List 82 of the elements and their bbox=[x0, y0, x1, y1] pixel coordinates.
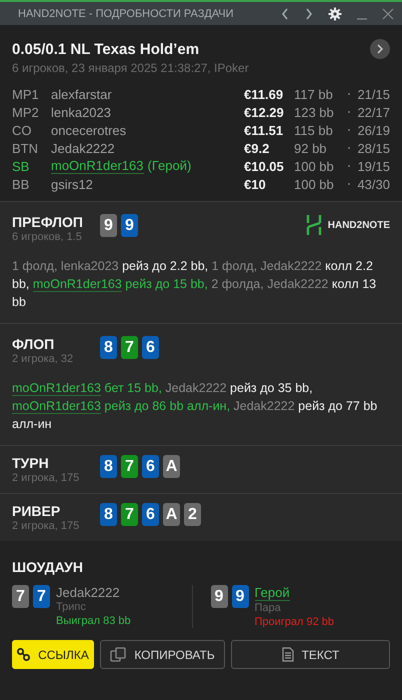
playing-card: 7 bbox=[121, 503, 138, 526]
playing-card: 8 bbox=[100, 455, 117, 478]
back-icon[interactable] bbox=[280, 6, 290, 20]
player-stack: €11.51 bbox=[244, 122, 284, 138]
hand-combo: Трипс bbox=[56, 601, 86, 613]
street-title: ФЛОП bbox=[12, 336, 56, 352]
playing-card: 7 bbox=[12, 585, 29, 608]
action-button[interactable]: КОПИРОВАТЬ bbox=[100, 640, 225, 669]
playing-card: 9 bbox=[121, 214, 138, 237]
logo-icon bbox=[306, 214, 322, 236]
copy-icon bbox=[110, 647, 126, 662]
playing-card: 8 bbox=[100, 336, 117, 359]
playing-card: 7 bbox=[33, 585, 50, 608]
action-text: moOnR1der163 бет 15 bb, Jedak2222 рейз до 35 bb, moOnR1der163 рейз до 86 bb алл-ин, Jedak2222 рейз до 77 bb алл-ин bbox=[12, 380, 378, 433]
playing-card: 6 bbox=[142, 503, 159, 526]
player-position: BTN bbox=[12, 140, 39, 156]
player-name: Jedak2222 bbox=[56, 585, 120, 600]
street-info: 2 игрока, 175 bbox=[12, 520, 80, 532]
player-bb: 92 bb bbox=[294, 140, 328, 156]
player-name: gsirs12 bbox=[51, 176, 93, 192]
player-position: SB bbox=[12, 158, 30, 174]
document-icon bbox=[282, 647, 294, 662]
street-info: 6 игроков, 1.5 bbox=[12, 231, 83, 243]
player-stack: €12.29 bbox=[244, 104, 285, 120]
settings-icon[interactable] bbox=[328, 6, 342, 20]
playing-card: 2 bbox=[184, 503, 201, 526]
player-stats: 19/15 bbox=[356, 158, 390, 174]
player-stats: 28/15 bbox=[356, 140, 390, 156]
forward-icon[interactable] bbox=[304, 6, 314, 20]
game-title: 0.05/0.1 NL Texas Hold’em bbox=[12, 40, 200, 58]
playing-card: A bbox=[163, 455, 180, 478]
street-info: 2 игрока, 32 bbox=[12, 353, 74, 365]
player-stack: €10.05 bbox=[244, 158, 285, 174]
player-stats: 43/30 bbox=[356, 176, 390, 192]
hand-result: Проиграл 92 bb bbox=[254, 616, 334, 628]
playing-card: 7 bbox=[121, 455, 138, 478]
player-stats: 22/17 bbox=[356, 104, 390, 120]
logo-text: HAND2NOTE bbox=[328, 220, 390, 230]
next-icon[interactable] bbox=[370, 39, 390, 59]
player-position: MP2 bbox=[12, 104, 40, 120]
window-title: HAND2NOTE - ПОДРОБНОСТИ РАЗДАЧИ bbox=[18, 8, 234, 20]
action-button[interactable]: ССЫЛКА bbox=[12, 640, 94, 669]
player-name[interactable]: moOnR1der163 bbox=[51, 158, 144, 174]
playing-card: 6 bbox=[142, 336, 159, 359]
player-stats: 21/15 bbox=[356, 86, 390, 102]
playing-card: 9 bbox=[100, 214, 117, 237]
close-icon[interactable] bbox=[382, 8, 394, 20]
playing-card: 8 bbox=[100, 503, 117, 526]
player-bb: 100 bb bbox=[294, 176, 335, 192]
player-stack: €11.69 bbox=[244, 86, 284, 102]
player-position: MP1 bbox=[12, 86, 40, 102]
player-position: CO bbox=[12, 122, 32, 138]
hand-result: Выиграл 83 bb bbox=[56, 615, 131, 627]
street-info: 2 игрока, 175 bbox=[12, 472, 80, 484]
player-bb: 100 bb bbox=[294, 158, 335, 174]
hand-combo: Пара bbox=[254, 602, 281, 614]
link-icon bbox=[17, 648, 30, 661]
player-bb: 115 bb bbox=[294, 122, 334, 138]
hero-label: (Герой) bbox=[148, 158, 192, 174]
hand-info: 6 игроков, 23 января 2025 21:38:27, IPoker bbox=[12, 61, 250, 75]
action-text: 1 фолд, lenka2023 рейз до 2.2 bb, 1 фолд, Jedak2222 колл 2.2 bb, moOnR1der163 рейз до 15 bb, 2 фолда, Jedak2222 колл 13 bb bbox=[12, 258, 378, 311]
player-stack: €9.2 bbox=[244, 140, 270, 156]
action-button[interactable]: ТЕКСТ bbox=[231, 640, 390, 669]
playing-card: 9 bbox=[210, 585, 228, 608]
player-name: alexfarstar bbox=[51, 86, 112, 102]
player-stack: €10 bbox=[244, 176, 267, 192]
street-title: ПРЕФЛОП bbox=[12, 214, 84, 230]
playing-card: 6 bbox=[142, 455, 159, 478]
street-title: РИВЕР bbox=[12, 503, 62, 519]
street-title: ТУРН bbox=[12, 455, 50, 471]
player-stats: 26/19 bbox=[356, 122, 390, 138]
playing-card: 9 bbox=[232, 585, 248, 608]
playing-card: A bbox=[163, 503, 180, 526]
player-name: lenka2023 bbox=[51, 104, 111, 120]
player-name: Jedak2222 bbox=[51, 140, 115, 156]
showdown-title: ШОУДАУН bbox=[12, 559, 84, 575]
playing-card: 7 bbox=[121, 336, 138, 359]
player-name[interactable]: Герой bbox=[254, 585, 290, 601]
player-name: oncecerotres bbox=[51, 122, 126, 138]
player-bb: 123 bb bbox=[294, 104, 335, 120]
player-bb: 117 bb bbox=[294, 86, 334, 102]
player-position: BB bbox=[12, 176, 30, 192]
